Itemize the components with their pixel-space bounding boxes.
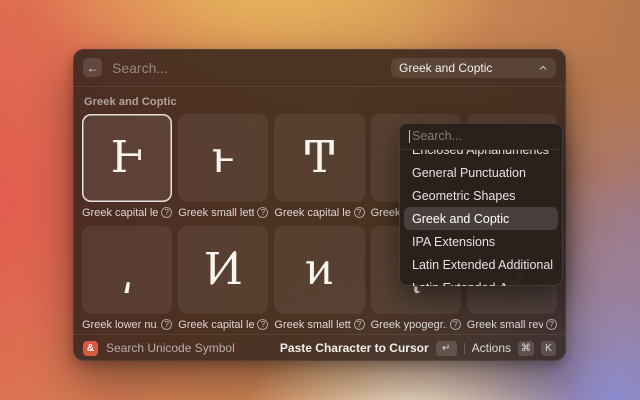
char-label-row: Greek lower nu... ? bbox=[82, 318, 172, 331]
dropdown-search-input[interactable]: Search... bbox=[399, 123, 563, 150]
char-tile[interactable]: ͱ bbox=[178, 114, 268, 202]
char-tile[interactable]: Ͳ bbox=[274, 114, 364, 202]
char-label: Greek capital le... bbox=[178, 319, 254, 331]
return-key-badge: ↵ bbox=[436, 341, 457, 356]
dropdown-search-placeholder: Search... bbox=[412, 129, 462, 143]
k-key-badge: K bbox=[541, 341, 556, 356]
char-cell: ͵ Greek lower nu... ? bbox=[82, 226, 172, 331]
char-label: Greek small lett... bbox=[178, 207, 254, 219]
dropdown-item-general-punctuation[interactable]: General Punctuation bbox=[404, 161, 558, 184]
actions-button[interactable]: Actions bbox=[472, 341, 511, 355]
char-label: Greek ypogegr... bbox=[371, 319, 447, 331]
extension-icon: & bbox=[83, 341, 98, 356]
char-cell: ͱ Greek small lett... ? bbox=[178, 114, 268, 219]
char-tile[interactable]: ͵ bbox=[82, 226, 172, 314]
char-glyph: Ͷ bbox=[204, 248, 243, 292]
block-selector-value: Greek and Coptic bbox=[399, 61, 492, 75]
help-icon[interactable]: ? bbox=[354, 319, 365, 330]
help-icon[interactable]: ? bbox=[354, 207, 365, 218]
window-header: ← Search... Greek and Coptic bbox=[73, 49, 566, 87]
char-cell: Ͳ Greek capital le... ? bbox=[274, 114, 364, 219]
char-label-row: Greek small lett... ? bbox=[178, 206, 268, 219]
dropdown-list-viewport: Enclosed Alphanumerics General Punctuati… bbox=[399, 150, 563, 286]
help-icon[interactable]: ? bbox=[161, 319, 172, 330]
footer-divider bbox=[464, 343, 465, 354]
dropdown-item-ipa-extensions[interactable]: IPA Extensions bbox=[404, 230, 558, 253]
dropdown-item-latin-extended-additional[interactable]: Latin Extended Additional bbox=[404, 253, 558, 276]
results-area: Greek and Coptic Ͱ Greek capital le... ?… bbox=[73, 87, 566, 334]
chevron-up-icon bbox=[538, 63, 548, 73]
dropdown-item-latin-extended-a[interactable]: Latin Extended-A bbox=[404, 276, 558, 286]
text-caret bbox=[409, 130, 410, 143]
char-tile[interactable]: Ͷ bbox=[178, 226, 268, 314]
char-tile[interactable]: ͷ bbox=[274, 226, 364, 314]
search-input[interactable]: Search... bbox=[112, 60, 391, 76]
char-glyph: Ͱ bbox=[111, 136, 144, 180]
char-label: Greek capital le... bbox=[82, 207, 158, 219]
char-label: Greek small lett... bbox=[274, 319, 350, 331]
help-icon[interactable]: ? bbox=[450, 319, 461, 330]
dropdown-item-enclosed-alphanumerics[interactable]: Enclosed Alphanumerics bbox=[404, 150, 558, 161]
help-icon[interactable]: ? bbox=[161, 207, 172, 218]
char-label: Greek small rev... bbox=[467, 319, 543, 331]
dropdown-item-geometric-shapes[interactable]: Geometric Shapes bbox=[404, 184, 558, 207]
char-cell: ͷ Greek small lett... ? bbox=[274, 226, 364, 331]
help-icon[interactable]: ? bbox=[257, 207, 268, 218]
char-cell: Ͱ Greek capital le... ? bbox=[82, 114, 172, 219]
unicode-search-window: ← Search... Greek and Coptic Greek and C… bbox=[73, 49, 566, 361]
char-label-row: Greek small rev... ? bbox=[467, 318, 557, 331]
dropdown-list: Enclosed Alphanumerics General Punctuati… bbox=[404, 150, 558, 286]
char-glyph: ͵ bbox=[121, 248, 133, 292]
help-icon[interactable]: ? bbox=[257, 319, 268, 330]
paste-character-action[interactable]: Paste Character to Cursor bbox=[280, 341, 429, 355]
char-label-row: Greek capital le... ? bbox=[82, 206, 172, 219]
char-label-row: Greek ypogegr... ? bbox=[371, 318, 461, 331]
help-icon[interactable]: ? bbox=[546, 319, 557, 330]
char-cell: Ͷ Greek capital le... ? bbox=[178, 226, 268, 331]
extension-name: Search Unicode Symbol bbox=[106, 341, 235, 355]
char-glyph: ͱ bbox=[212, 136, 235, 180]
char-label: Greek lower nu... bbox=[82, 319, 158, 331]
block-selector-button[interactable]: Greek and Coptic bbox=[391, 58, 556, 78]
footer-bar: & Search Unicode Symbol Paste Character … bbox=[73, 334, 566, 361]
footer-actions: Paste Character to Cursor ↵ Actions ⌘ K bbox=[280, 341, 556, 356]
back-arrow-icon: ← bbox=[87, 61, 99, 75]
dropdown-item-greek-and-coptic[interactable]: Greek and Coptic bbox=[404, 207, 558, 230]
char-glyph: Ͳ bbox=[305, 136, 334, 180]
char-glyph: ͷ bbox=[305, 248, 334, 292]
char-label-row: Greek capital le... ? bbox=[274, 206, 364, 219]
back-button[interactable]: ← bbox=[83, 58, 102, 77]
section-title: Greek and Coptic bbox=[84, 96, 557, 108]
char-tile-selected[interactable]: Ͱ bbox=[82, 114, 172, 202]
char-label: Greek capital le... bbox=[274, 207, 350, 219]
block-dropdown-panel: Search... Enclosed Alphanumerics General… bbox=[399, 123, 563, 286]
char-label-row: Greek small lett... ? bbox=[274, 318, 364, 331]
char-label-row: Greek capital le... ? bbox=[178, 318, 268, 331]
cmd-key-badge: ⌘ bbox=[518, 341, 534, 356]
